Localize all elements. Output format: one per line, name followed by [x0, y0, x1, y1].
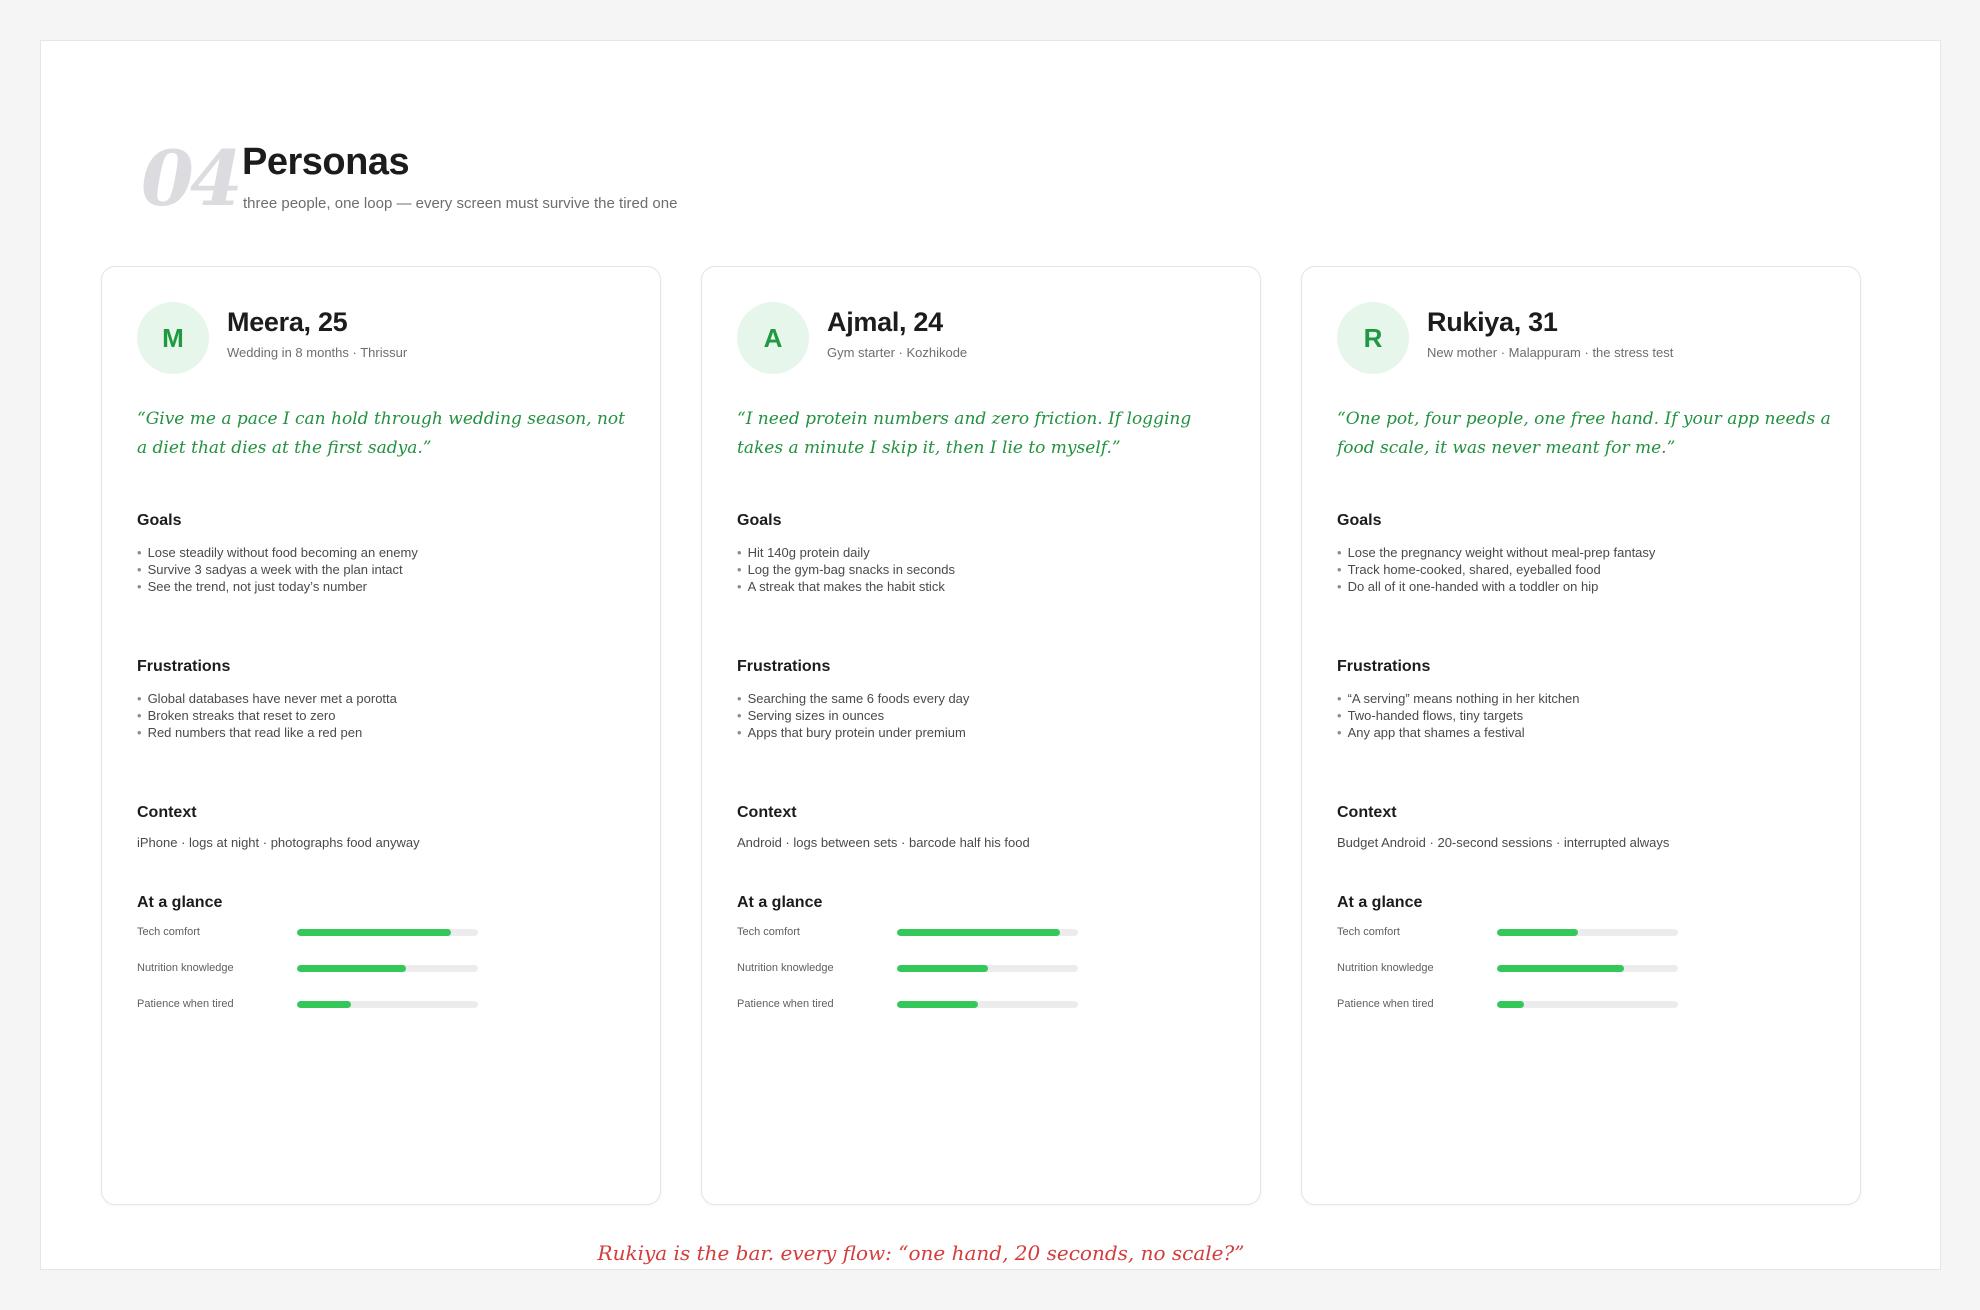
- metric-bar: [1497, 965, 1678, 972]
- list-item: Searching the same 6 foods every day: [737, 690, 970, 707]
- metric-nutrition-knowledge: Nutrition knowledge: [137, 961, 537, 975]
- persona-name: Meera, 25: [227, 307, 348, 337]
- persona-sheet: 04 Personas three people, one loop — eve…: [40, 40, 1941, 1270]
- metric-bar: [297, 1001, 478, 1008]
- footnote: Rukiya is the bar. every flow: “one hand…: [597, 1241, 1245, 1265]
- metric-bar-fill: [1497, 965, 1624, 972]
- list-item: Any app that shames a festival: [1337, 724, 1580, 741]
- context-text: Android · logs between sets · barcode ha…: [737, 835, 1030, 850]
- metric-bar: [897, 929, 1078, 936]
- list-item: Serving sizes in ounces: [737, 707, 969, 724]
- metric-bar-fill: [1497, 929, 1579, 936]
- persona-meta: Wedding in 8 months · Thrissur: [227, 345, 408, 360]
- metric-patience-when-tired: Patience when tired: [737, 997, 1137, 1011]
- avatar: M: [137, 302, 209, 374]
- context-heading: Context: [737, 804, 797, 821]
- list-item: Global databases have never met a porott…: [137, 690, 397, 707]
- list-item: Lose steadily without food becoming an e…: [137, 544, 418, 561]
- metric-bar-fill: [297, 965, 406, 972]
- persona-name: Rukiya, 31: [1427, 307, 1558, 337]
- metric-bar-fill: [897, 929, 1060, 936]
- frustrations-heading: Frustrations: [1337, 658, 1431, 675]
- context-text: iPhone · logs at night · photographs foo…: [137, 835, 420, 850]
- frustrations-list: Searching the same 6 foods every day Ser…: [737, 690, 970, 741]
- list-item: A streak that makes the habit stick: [737, 578, 955, 595]
- persona-quote: “Give me a pace I can hold through weddi…: [137, 409, 625, 458]
- metric-bar-fill: [297, 1001, 352, 1008]
- list-item: Track home-cooked, shared, eyeballed foo…: [1337, 561, 1655, 578]
- metric-tech-comfort: Tech comfort: [737, 925, 1137, 939]
- avatar: A: [737, 302, 809, 374]
- frustrations-list: “A serving” means nothing in her kitchen…: [1337, 690, 1580, 741]
- glance-heading: At a glance: [737, 894, 823, 911]
- metric-label: Tech comfort: [1337, 926, 1400, 938]
- metric-patience-when-tired: Patience when tired: [1337, 997, 1737, 1011]
- list-item: Lose the pregnancy weight without meal-p…: [1337, 544, 1656, 561]
- goals-list: Hit 140g protein daily Log the gym-bag s…: [737, 544, 955, 595]
- metric-label: Nutrition knowledge: [137, 962, 234, 974]
- list-item: Survive 3 sadyas a week with the plan in…: [137, 561, 418, 578]
- metric-patience-when-tired: Patience when tired: [137, 997, 537, 1011]
- metric-label: Nutrition knowledge: [737, 962, 834, 974]
- glance-heading: At a glance: [1337, 894, 1423, 911]
- list-item: Two-handed flows, tiny targets: [1337, 707, 1580, 724]
- persona-card-meera: M Meera, 25 Wedding in 8 months · Thriss…: [101, 266, 661, 1205]
- metric-bar-fill: [897, 1001, 979, 1008]
- metric-tech-comfort: Tech comfort: [137, 925, 537, 939]
- context-heading: Context: [137, 804, 197, 821]
- persona-card-rukiya: R Rukiya, 31 New mother · Malappuram · t…: [1301, 266, 1861, 1205]
- metric-bar: [297, 965, 478, 972]
- list-item: Log the gym-bag snacks in seconds: [737, 561, 955, 578]
- frustrations-list: Global databases have never met a porott…: [137, 690, 397, 741]
- metric-bar-fill: [297, 929, 451, 936]
- metric-nutrition-knowledge: Nutrition knowledge: [1337, 961, 1737, 975]
- section-number: 04: [141, 134, 243, 223]
- persona-meta: Gym starter · Kozhikode: [827, 345, 968, 360]
- metric-bar: [897, 1001, 1078, 1008]
- goals-list: Lose steadily without food becoming an e…: [137, 544, 418, 595]
- persona-quote: “One pot, four people, one free hand. If…: [1337, 409, 1831, 458]
- list-item: Red numbers that read like a red pen: [137, 724, 397, 741]
- section-subtitle: three people, one loop — every screen mu…: [243, 195, 678, 212]
- list-item: Apps that bury protein under premium: [737, 724, 969, 741]
- persona-meta: New mother · Malappuram · the stress tes…: [1427, 345, 1674, 360]
- list-item: Broken streaks that reset to zero: [137, 707, 397, 724]
- goals-list: Lose the pregnancy weight without meal-p…: [1337, 544, 1656, 595]
- list-item: “A serving” means nothing in her kitchen: [1337, 690, 1580, 707]
- metric-nutrition-knowledge: Nutrition knowledge: [737, 961, 1137, 975]
- metric-bar: [297, 929, 478, 936]
- goals-heading: Goals: [737, 512, 782, 529]
- goals-heading: Goals: [1337, 512, 1382, 529]
- metric-bar-fill: [1497, 1001, 1525, 1008]
- list-item: Do all of it one-handed with a toddler o…: [1337, 578, 1655, 595]
- metric-label: Nutrition knowledge: [1337, 962, 1434, 974]
- glance-heading: At a glance: [137, 894, 223, 911]
- list-item: Hit 140g protein daily: [737, 544, 955, 561]
- frustrations-heading: Frustrations: [737, 658, 831, 675]
- metric-bar: [897, 965, 1078, 972]
- context-text: Budget Android · 20-second sessions · in…: [1337, 835, 1670, 850]
- metric-bar: [1497, 929, 1678, 936]
- metric-bar-fill: [897, 965, 988, 972]
- persona-name: Ajmal, 24: [827, 307, 943, 337]
- list-item: See the trend, not just today’s number: [137, 578, 418, 595]
- persona-card-ajmal: A Ajmal, 24 Gym starter · Kozhikode “I n…: [701, 266, 1261, 1205]
- metric-label: Tech comfort: [137, 926, 200, 938]
- metric-label: Patience when tired: [137, 998, 234, 1010]
- avatar: R: [1337, 302, 1409, 374]
- metric-bar: [1497, 1001, 1678, 1008]
- section-title: Personas: [242, 141, 410, 183]
- persona-quote: “I need protein numbers and zero frictio…: [737, 409, 1192, 458]
- context-heading: Context: [1337, 804, 1397, 821]
- goals-heading: Goals: [137, 512, 182, 529]
- metric-tech-comfort: Tech comfort: [1337, 925, 1737, 939]
- metric-label: Tech comfort: [737, 926, 800, 938]
- metric-label: Patience when tired: [737, 998, 834, 1010]
- metric-label: Patience when tired: [1337, 998, 1434, 1010]
- frustrations-heading: Frustrations: [137, 658, 231, 675]
